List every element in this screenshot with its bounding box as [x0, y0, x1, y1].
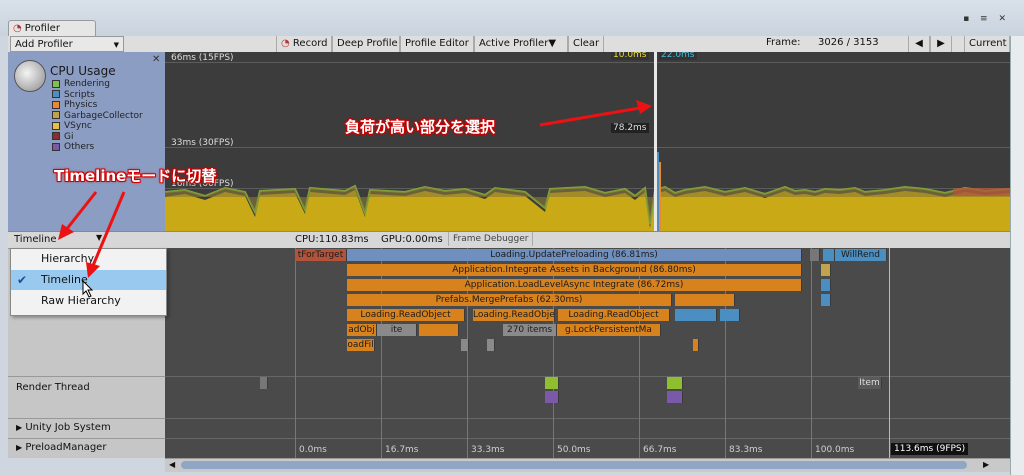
- annotation-arrows: [58, 100, 652, 278]
